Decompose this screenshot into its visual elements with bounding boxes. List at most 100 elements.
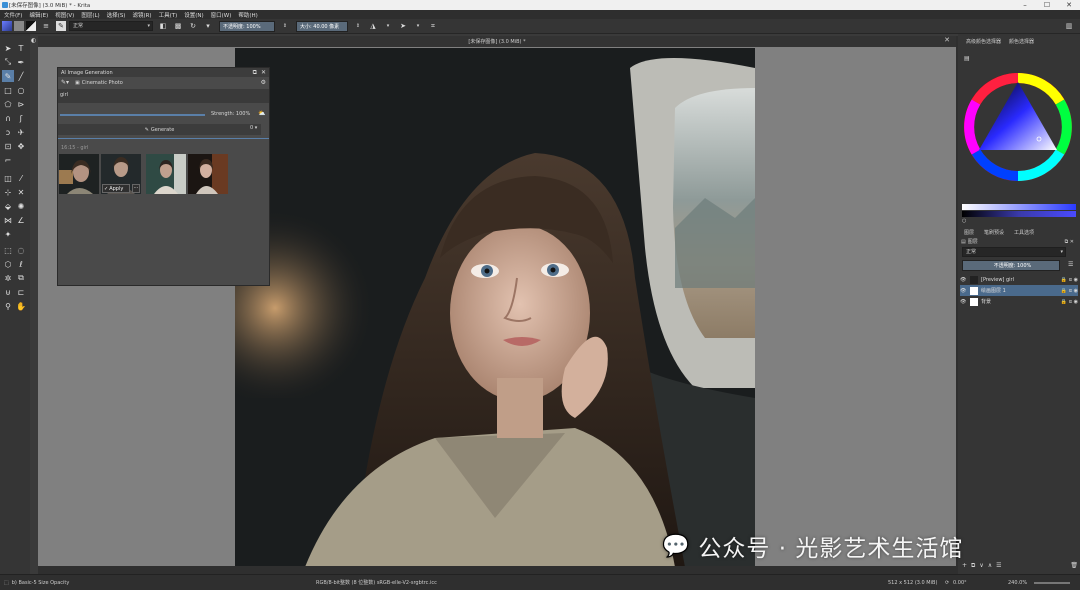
strength-slider-track[interactable] xyxy=(60,114,205,116)
measure-tool-icon[interactable]: ∠ xyxy=(15,214,27,226)
gradient-swatch[interactable] xyxy=(2,21,12,31)
rotation-angle[interactable]: 0.00° xyxy=(953,580,967,586)
brush-preset-icon[interactable]: ✎ xyxy=(56,21,66,31)
color-shade-bar[interactable] xyxy=(962,211,1076,217)
menu-settings[interactable]: 设置(N) xyxy=(184,11,203,19)
pan-tool-icon[interactable]: ✋ xyxy=(15,300,27,312)
menu-layer[interactable]: 图层(L) xyxy=(81,11,99,19)
queue-count[interactable]: 0 ▾ xyxy=(250,125,257,131)
style-select[interactable]: Cinematic Photo xyxy=(82,80,123,86)
dynamic-brush-tool-icon[interactable]: ↄ xyxy=(2,126,14,138)
close-panel-icon[interactable]: ✕ xyxy=(261,69,266,76)
generate-button[interactable]: ✎ Generate xyxy=(58,124,261,135)
layer-blend-mode-select[interactable]: 正常 xyxy=(962,247,1066,257)
current-brush[interactable]: b) Basic-5 Size Opacity xyxy=(12,580,70,586)
brush-tool-icon[interactable]: ✎ xyxy=(2,70,14,82)
ellipse-tool-icon[interactable]: ○ xyxy=(15,84,27,96)
menu-select[interactable]: 选择(S) xyxy=(107,11,126,19)
horizontal-scrollbar[interactable] xyxy=(38,566,956,574)
layer-lock-icon[interactable]: 🔒 α ◉ xyxy=(1061,277,1078,283)
strength-label[interactable]: Strength: 100% xyxy=(211,111,250,117)
mirror-dropdown-icon[interactable]: ▾ xyxy=(383,21,393,31)
workspace-mode-icon[interactable]: ✎▾ xyxy=(61,79,69,86)
zoom-slider[interactable] xyxy=(1034,582,1070,584)
text-tool-icon[interactable]: T xyxy=(15,42,27,54)
edit-shapes-tool-icon[interactable]: ⤡ xyxy=(2,56,14,68)
tab-brush-presets[interactable]: 笔刷预设 xyxy=(984,229,1004,236)
rectangle-tool-icon[interactable]: □ xyxy=(2,84,14,96)
menu-edit[interactable]: 编辑(E) xyxy=(29,11,48,19)
fill-tool-icon[interactable]: ⬙ xyxy=(2,200,14,212)
menu-view[interactable]: 视图(V) xyxy=(55,11,74,19)
layer-row[interactable]: 👁 [Preview] girl 🔒 α ◉ xyxy=(960,274,1078,285)
delete-layer-icon[interactable]: 🗑 xyxy=(1070,562,1078,569)
minimize-button[interactable]: – xyxy=(1014,0,1036,10)
smart-patch-tool-icon[interactable]: ✕ xyxy=(15,186,27,198)
bezier-select-tool-icon[interactable]: ⊍ xyxy=(2,286,14,298)
mirror-horizontal-icon[interactable]: ◮ xyxy=(368,21,378,31)
rect-select-tool-icon[interactable]: ⬚ xyxy=(2,244,14,256)
color-palette-icon[interactable]: ◐ xyxy=(31,37,36,44)
size-spinner-icon[interactable]: ⇕ xyxy=(353,21,363,31)
style-settings-icon[interactable]: ⚙ xyxy=(261,79,266,86)
wrap-around-icon[interactable]: ➤ xyxy=(398,21,408,31)
select-shapes-tool-icon[interactable]: ➤ xyxy=(2,42,14,54)
layer-opacity-slider[interactable]: 不透明度: 100% xyxy=(962,260,1060,271)
polygon-tool-icon[interactable]: ⬠ xyxy=(2,98,14,110)
size-slider[interactable]: 大小: 40.00 像素 xyxy=(296,20,348,32)
zoom-tool-icon[interactable]: ⚲ xyxy=(2,300,14,312)
wrap-dropdown-icon[interactable]: ▾ xyxy=(413,21,423,31)
blend-mode-select[interactable]: 正常 xyxy=(69,21,153,31)
close-document-icon[interactable]: ✕ xyxy=(944,36,950,44)
ellipse-select-tool-icon[interactable]: ◌ xyxy=(15,244,27,256)
colorize-mask-tool-icon[interactable]: ⊹ xyxy=(2,186,14,198)
bezier-tool-icon[interactable]: ∩ xyxy=(2,112,14,124)
color-picker-tool-icon[interactable]: ⁄ xyxy=(15,172,27,184)
history-thumbnail-3[interactable] xyxy=(146,154,186,194)
gradient-tool-icon[interactable]: ◫ xyxy=(2,172,14,184)
canvas-image[interactable] xyxy=(235,48,755,567)
move-tool-icon[interactable]: ✥ xyxy=(15,140,27,152)
calligraphy-tool-icon[interactable]: ✒ xyxy=(15,56,27,68)
layer-options-icon[interactable]: ☰ xyxy=(1068,261,1073,268)
brush-editor-icon[interactable]: ≡ xyxy=(41,21,51,31)
visibility-eye-icon[interactable]: 👁 xyxy=(960,277,970,283)
menu-help[interactable]: 帮助(H) xyxy=(238,11,257,19)
opacity-spinner-icon[interactable]: ⇕ xyxy=(280,21,290,31)
thumbnail-menu-icon[interactable]: ⋯ xyxy=(132,184,140,193)
apply-button[interactable]: ✓ Apply xyxy=(102,184,130,193)
tab-tool-options[interactable]: 工具选项 xyxy=(1014,229,1034,236)
zoom-level[interactable]: 240.0% xyxy=(1008,580,1027,586)
color-settings-icon[interactable]: ▤ xyxy=(964,55,970,62)
enclose-fill-tool-icon[interactable]: ✺ xyxy=(15,200,27,212)
assistant-tool-icon[interactable]: ⋈ xyxy=(2,214,14,226)
history-thumbnail-4[interactable] xyxy=(188,154,228,194)
strength-toggle-icon[interactable]: ⛅ xyxy=(258,110,265,117)
reload-preset-icon[interactable]: ↻ xyxy=(188,21,198,31)
history-thumbnail-1[interactable] xyxy=(59,154,99,194)
layers-float-icon[interactable]: ⧉ ✕ xyxy=(1065,239,1074,245)
contiguous-select-tool-icon[interactable]: ✲ xyxy=(2,272,14,284)
maximize-button[interactable]: ☐ xyxy=(1036,0,1058,10)
move-layer-down-icon[interactable]: ∨ xyxy=(979,562,983,569)
rotation-icon[interactable]: ⟳ xyxy=(945,580,949,586)
layer-properties-icon[interactable]: ☰ xyxy=(996,562,1001,569)
freehand-select-tool-icon[interactable]: ℓ xyxy=(15,258,27,270)
tab-color-selector[interactable]: 颜色选择器 xyxy=(1009,38,1034,45)
polygon-select-tool-icon[interactable]: ⬡ xyxy=(2,258,14,270)
close-window-button[interactable]: ✕ xyxy=(1058,0,1080,10)
workspace-icon[interactable]: ▥ xyxy=(1064,21,1074,31)
history-thumbnail-2[interactable]: ✓ Apply ⋯ xyxy=(101,154,141,194)
reference-images-tool-icon[interactable]: ✦ xyxy=(2,228,14,240)
layer-lock-icon[interactable]: 🔒 α ◉ xyxy=(1061,299,1078,305)
menu-tools[interactable]: 工具(T) xyxy=(159,11,178,19)
menu-filter[interactable]: 滤镜(R) xyxy=(132,11,151,19)
mirror-mode-icon[interactable]: ▾ xyxy=(203,21,213,31)
float-panel-icon[interactable]: ⧉ xyxy=(253,69,257,77)
color-wheel[interactable] xyxy=(963,72,1073,182)
line-tool-icon[interactable]: ╱ xyxy=(15,70,27,82)
magnetic-select-tool-icon[interactable]: ⊏ xyxy=(15,286,27,298)
menu-file[interactable]: 文件(F) xyxy=(4,11,22,19)
similar-select-tool-icon[interactable]: ⧉ xyxy=(15,272,27,284)
layer-row[interactable]: 👁 背景 🔒 α ◉ xyxy=(960,296,1078,307)
